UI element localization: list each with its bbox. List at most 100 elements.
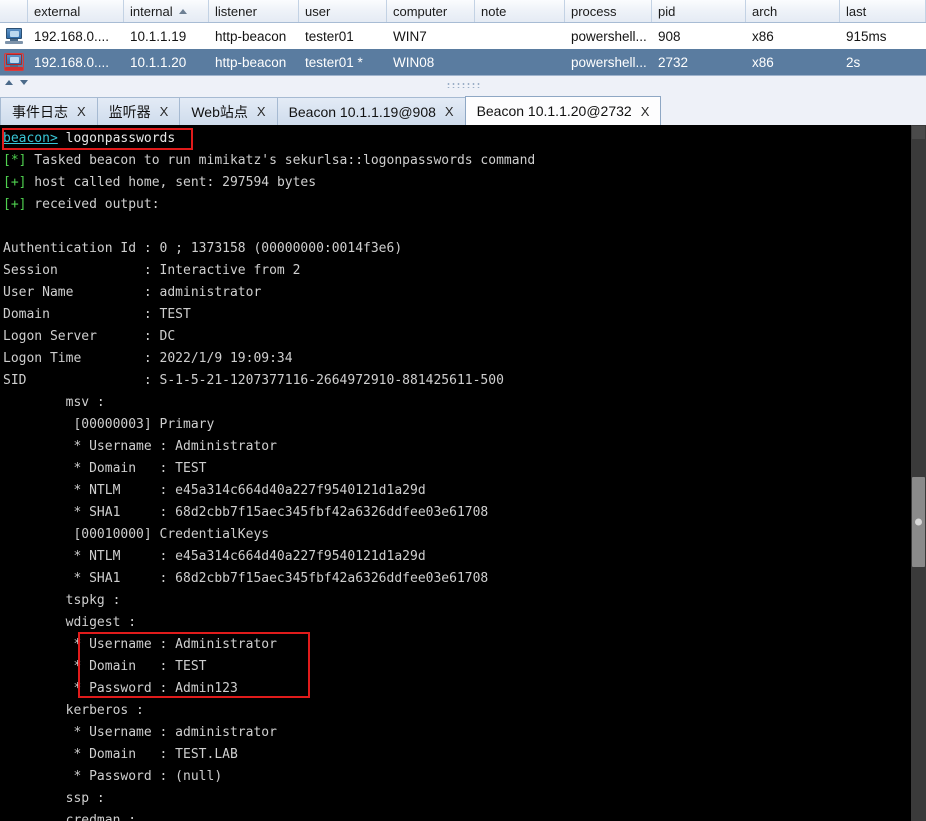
table-cell-pid: 908 bbox=[658, 28, 681, 44]
console-line: * Domain : TEST bbox=[3, 659, 207, 674]
column-header-label: computer bbox=[393, 3, 448, 19]
console-line: credman : bbox=[3, 813, 137, 821]
table-cell-last: 2s bbox=[846, 54, 861, 70]
column-header-label: internal bbox=[130, 3, 173, 19]
console-prompt: beacon> bbox=[3, 131, 58, 146]
column-header-arch[interactable]: arch bbox=[746, 0, 840, 22]
tab-label: Beacon 10.1.1.20@2732 bbox=[476, 103, 632, 119]
table-cell-process: powershell... bbox=[571, 54, 647, 70]
console-line: [00000003] Primary bbox=[3, 417, 215, 432]
tab-0[interactable]: 事件日志 X bbox=[0, 97, 98, 125]
column-header-external[interactable]: external bbox=[28, 0, 124, 22]
console-line: Logon Server : DC bbox=[3, 329, 176, 344]
triangle-down-icon[interactable] bbox=[20, 80, 28, 85]
tab-close-icon[interactable]: X bbox=[445, 104, 454, 119]
column-header-user[interactable]: user bbox=[299, 0, 387, 22]
table-cell-icon bbox=[0, 49, 28, 75]
column-header-label: last bbox=[846, 3, 867, 19]
tab-close-icon[interactable]: X bbox=[641, 104, 650, 119]
tab-2[interactable]: Web站点 X bbox=[179, 97, 278, 125]
column-header-icon[interactable] bbox=[0, 0, 28, 22]
console-command-text: logonpasswords bbox=[57, 131, 176, 146]
console-line: SID : S-1-5-21-1207377116-2664972910-881… bbox=[3, 373, 504, 388]
scrollbar-thumb[interactable] bbox=[912, 477, 925, 567]
column-header-internal[interactable]: internal bbox=[124, 0, 209, 22]
console-vertical-scrollbar[interactable] bbox=[911, 125, 926, 821]
console-line: * SHA1 : 68d2cbb7f15aec345fbf42a6326ddfe… bbox=[3, 571, 489, 586]
drag-grip-icon[interactable] bbox=[446, 82, 480, 88]
tab-bar: 事件日志 X 监听器 X Web站点 X Beacon 10.1.1.19@908 X Beac… bbox=[0, 95, 926, 125]
table-cell-process: powershell... bbox=[571, 28, 647, 44]
tab-label: Web站点 bbox=[191, 103, 248, 120]
table-cell-note bbox=[475, 23, 565, 49]
column-header-process[interactable]: process bbox=[565, 0, 652, 22]
console-line: * Username : Administrator bbox=[3, 637, 277, 652]
console-line: msv : bbox=[3, 395, 105, 410]
console-line: kerberos : bbox=[3, 703, 144, 718]
table-cell-last: 915ms bbox=[846, 28, 887, 44]
column-header-last[interactable]: last bbox=[840, 0, 926, 22]
console-line: Authentication Id : 0 ; 1373158 (0000000… bbox=[3, 241, 403, 256]
console-line: * Password : Admin123 bbox=[3, 681, 238, 696]
console-line: * Domain : TEST bbox=[3, 461, 207, 476]
tab-close-icon[interactable]: X bbox=[257, 104, 266, 119]
console-line: * SHA1 : 68d2cbb7f15aec345fbf42a6326ddfe… bbox=[3, 505, 489, 520]
console-message: received output: bbox=[26, 197, 160, 212]
splitter-collapse-controls[interactable] bbox=[5, 80, 28, 85]
column-header-label: listener bbox=[215, 3, 257, 19]
console-line: * NTLM : e45a314c664d40a227f9540121d1a29… bbox=[3, 549, 426, 564]
cobalt-strike-window: external internal listener user computer note… bbox=[0, 0, 926, 821]
column-header-label: arch bbox=[752, 3, 778, 19]
table-row[interactable]: 192.168.0.... 10.1.1.19 http-beacon tester0… bbox=[0, 23, 926, 49]
column-header-label: user bbox=[305, 3, 331, 19]
console-line: User Name : administrator bbox=[3, 285, 262, 300]
console-line: wdigest : bbox=[3, 615, 137, 630]
console-line: * Username : Administrator bbox=[3, 439, 277, 454]
table-cell-arch: x86 bbox=[752, 54, 774, 70]
column-header-label: process bbox=[571, 3, 617, 19]
beacon-table: external internal listener user computer note… bbox=[0, 0, 926, 75]
host-monitor-elevated-icon bbox=[4, 52, 24, 71]
column-header-pid[interactable]: pid bbox=[652, 0, 746, 22]
table-cell-external: 192.168.0.... bbox=[34, 28, 110, 44]
table-cell-computer: WIN08 bbox=[393, 54, 435, 70]
table-cell-internal: 10.1.1.20 bbox=[130, 54, 187, 70]
console-line: * NTLM : e45a314c664d40a227f9540121d1a29… bbox=[3, 483, 426, 498]
console-line: beacon> logonpasswords bbox=[3, 128, 926, 150]
beacon-console-output[interactable]: beacon> logonpasswords [*] Tasked beacon … bbox=[0, 125, 926, 821]
console-line: Domain : TEST bbox=[3, 307, 191, 322]
beacon-console-panel: beacon> logonpasswords [*] Tasked beacon … bbox=[0, 125, 926, 821]
console-line: [*] Tasked beacon to run mimikatz's seku… bbox=[3, 150, 926, 172]
triangle-up-icon[interactable] bbox=[5, 80, 13, 85]
tab-label: 监听器 bbox=[108, 103, 151, 120]
table-cell-external: 192.168.0.... bbox=[34, 54, 110, 70]
tab-3[interactable]: Beacon 10.1.1.19@908 X bbox=[276, 97, 466, 125]
console-line: Session : Interactive from 2 bbox=[3, 263, 301, 278]
column-header-listener[interactable]: listener bbox=[209, 0, 299, 22]
table-cell-icon bbox=[0, 23, 28, 49]
scrollbar-up-button[interactable] bbox=[912, 126, 925, 139]
console-line: [+] received output: bbox=[3, 194, 926, 216]
tab-label: 事件日志 bbox=[12, 103, 68, 120]
tab-close-icon[interactable]: X bbox=[77, 104, 86, 119]
column-header-note[interactable]: note bbox=[475, 0, 565, 22]
table-cell-computer: WIN7 bbox=[393, 28, 427, 44]
table-cell-internal: 10.1.1.19 bbox=[130, 28, 187, 44]
console-line: * Domain : TEST.LAB bbox=[3, 747, 238, 762]
tab-label: Beacon 10.1.1.19@908 bbox=[288, 103, 436, 120]
table-row[interactable]: 192.168.0.... 10.1.1.20 http-beacon tester0… bbox=[0, 49, 926, 75]
console-line: [+] host called home, sent: 297594 bytes bbox=[3, 172, 926, 194]
tab-4-active[interactable]: Beacon 10.1.1.20@2732 X bbox=[464, 96, 662, 125]
console-message: Tasked beacon to run mimikatz's sekurlsa… bbox=[26, 153, 536, 168]
beacon-table-body: 192.168.0.... 10.1.1.19 http-beacon tester0… bbox=[0, 23, 926, 75]
console-line: Logon Time : 2022/1/9 19:09:34 bbox=[3, 351, 293, 366]
sort-ascending-icon[interactable] bbox=[178, 8, 187, 14]
table-cell-listener: http-beacon bbox=[215, 54, 287, 70]
table-cell-arch: x86 bbox=[752, 28, 774, 44]
beacon-table-header: external internal listener user computer note… bbox=[0, 0, 926, 23]
column-header-computer[interactable]: computer bbox=[387, 0, 475, 22]
panel-splitter[interactable] bbox=[0, 75, 926, 95]
tab-1[interactable]: 监听器 X bbox=[96, 97, 181, 125]
table-cell-user: tester01 bbox=[305, 28, 354, 44]
tab-close-icon[interactable]: X bbox=[160, 104, 169, 119]
